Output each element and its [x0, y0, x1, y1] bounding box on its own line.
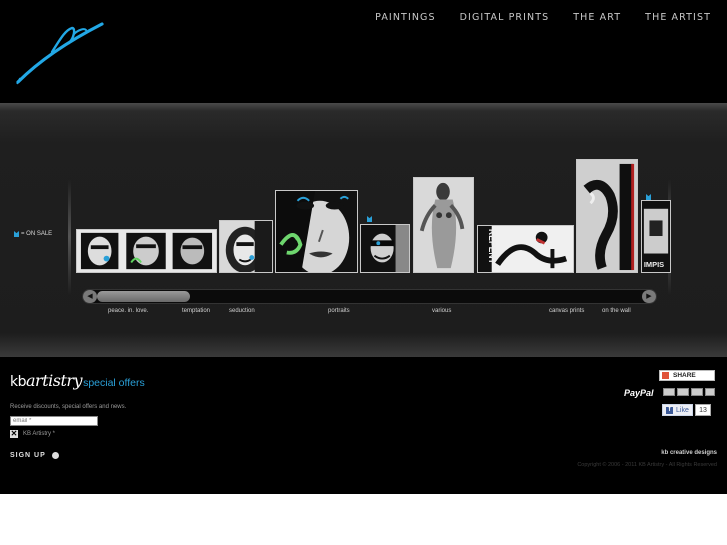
repent-text: REPENT [487, 229, 497, 265]
artwork-portraits[interactable] [360, 224, 410, 273]
nav-digital-prints[interactable]: DIGITAL PRINTS [460, 12, 550, 23]
share-label: SHARE [673, 372, 696, 379]
scroll-left-button[interactable]: ◀ [83, 290, 97, 303]
artwork-on-the-wall[interactable]: IMPIS [641, 200, 671, 273]
copyright-text: Copyright © 2006 - 2011 KB Artistry - Al… [577, 462, 717, 468]
nav-paintings[interactable]: PAINTINGS [375, 12, 436, 23]
discover-card-icon [705, 388, 715, 396]
gallery-divider-left [68, 178, 71, 296]
category-canvas-prints[interactable]: canvas prints [549, 308, 584, 314]
category-temptation[interactable]: temptation [182, 308, 210, 314]
category-on-the-wall[interactable]: on the wall [602, 308, 631, 314]
like-label: Like [676, 406, 689, 414]
mastercard-icon [677, 388, 689, 396]
category-portraits[interactable]: portraits [328, 308, 350, 314]
logo-artistry: artistry [26, 371, 83, 390]
gallery-scrollbar[interactable]: ◀ ▶ [82, 289, 657, 304]
list-checkbox-row[interactable]: ✕ KB Artistry * [10, 430, 55, 438]
logo-special-offers: special offers [83, 377, 145, 389]
paypal-logo: PayPal [624, 388, 654, 398]
category-seduction[interactable]: seduction [229, 308, 255, 314]
main-nav: PAINTINGS DIGITAL PRINTS THE ART THE ART… [375, 12, 711, 23]
visa-card-icon [663, 388, 675, 396]
artwork-repent[interactable]: REPENT [477, 225, 574, 273]
designer-credit[interactable]: kb creative designs [661, 450, 717, 456]
header: PAINTINGS DIGITAL PRINTS THE ART THE ART… [0, 0, 727, 103]
logo-kb: kb [10, 374, 27, 390]
facebook-like-button[interactable]: f Like [662, 404, 693, 416]
artwork-seduction[interactable] [275, 190, 358, 273]
sign-up-button[interactable]: SIGN UP [10, 452, 59, 459]
newsletter-text: Receive discounts, special offers and ne… [10, 404, 127, 410]
on-sale-label: = ON SALE [21, 231, 53, 237]
sale-tag-icon [367, 216, 372, 222]
category-various[interactable]: various [432, 308, 451, 314]
artwork-canvas-prints[interactable] [576, 159, 638, 273]
share-button[interactable]: SHARE [659, 370, 715, 381]
gallery-band: = ON SALE REPENT IMPIS ◀ ▶ peace. in. lo… [0, 103, 727, 357]
email-field[interactable] [10, 416, 98, 426]
like-count: 13 [695, 404, 711, 416]
list-checkbox[interactable]: ✕ [10, 430, 18, 438]
scroll-thumb[interactable] [97, 291, 190, 302]
artwork-temptation[interactable] [219, 220, 273, 273]
arrow-icon [51, 452, 59, 459]
brush-logo[interactable] [14, 16, 109, 86]
nav-the-artist[interactable]: THE ARTIST [645, 12, 711, 23]
share-icon [662, 372, 669, 379]
scroll-right-button[interactable]: ▶ [642, 290, 656, 303]
artwork-various[interactable] [413, 177, 474, 273]
impis-text: IMPIS [644, 260, 664, 269]
nav-the-art[interactable]: THE ART [573, 12, 621, 23]
sale-tag-icon [14, 231, 19, 237]
page: PAINTINGS DIGITAL PRINTS THE ART THE ART… [0, 0, 727, 545]
amex-card-icon [691, 388, 703, 396]
artwork-peace-in-love[interactable] [76, 229, 217, 273]
facebook-icon: f [666, 406, 673, 414]
category-peace-in-love[interactable]: peace. in. love. [108, 308, 148, 314]
on-sale-legend: = ON SALE [14, 231, 52, 237]
sign-up-label: SIGN UP [10, 452, 46, 459]
list-checkbox-label: KB Artistry * [23, 431, 56, 437]
kb-artistry-logo: kbartistryspecial offers [10, 371, 145, 390]
footer: kbartistryspecial offers Receive discoun… [0, 357, 727, 494]
